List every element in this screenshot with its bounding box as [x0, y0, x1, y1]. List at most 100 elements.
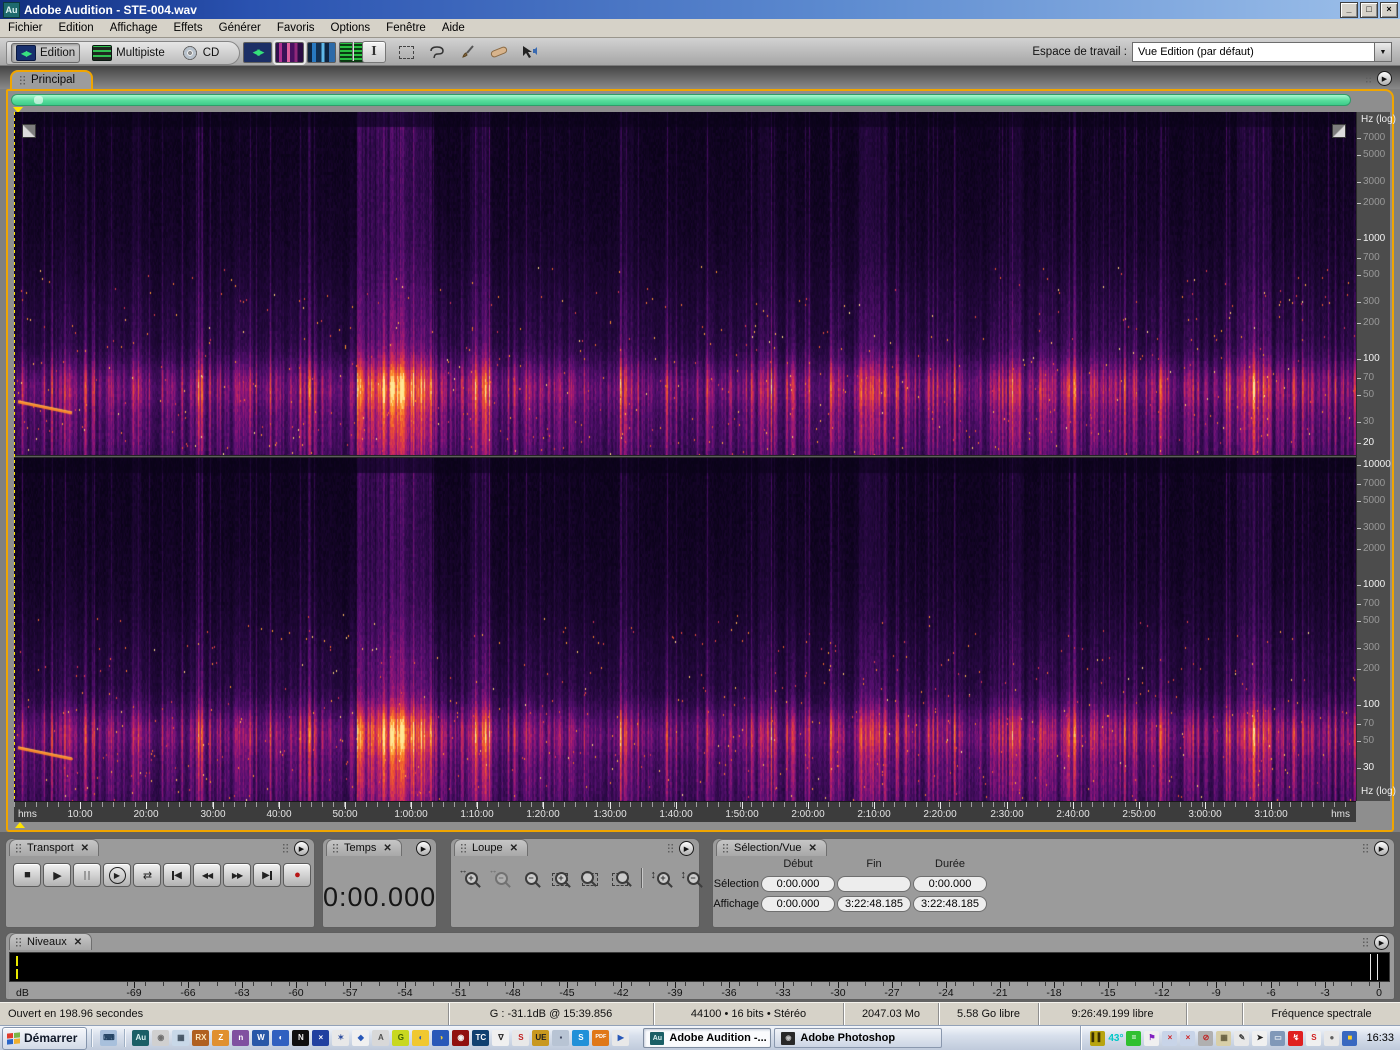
tray-monitor-icon[interactable]: ▭ — [1270, 1030, 1286, 1046]
quicklaunch-globe1-icon[interactable]: ◐ — [412, 1030, 430, 1046]
chevron-down-icon[interactable]: ▼ — [1374, 43, 1391, 61]
cd-mode-button[interactable]: CD — [177, 45, 224, 61]
quicklaunch-s-swirl-icon[interactable]: S — [572, 1030, 590, 1046]
zoom-navigation-bar[interactable] — [11, 94, 1351, 106]
quicklaunch-n-icon[interactable]: N — [292, 1030, 310, 1046]
panel-menu-icon[interactable]: ▶ — [1374, 841, 1389, 856]
pause-button[interactable] — [73, 863, 101, 887]
quicklaunch-keyboard-icon[interactable]: ⌨ — [100, 1030, 118, 1046]
zoom-to-selection-button[interactable]: + — [547, 865, 574, 890]
tray-disk-icon[interactable]: ▦ — [1216, 1030, 1232, 1046]
go-to-start-button[interactable]: ◀ — [163, 863, 191, 887]
quicklaunch-sbp-icon[interactable]: S — [512, 1030, 530, 1046]
time-panel-tab[interactable]: Temps ✕ — [326, 839, 402, 856]
spectral-display[interactable] — [14, 112, 1356, 801]
quicklaunch-eye-icon[interactable]: ◉ — [452, 1030, 470, 1046]
panel-menu-icon[interactable]: ▶ — [1374, 935, 1389, 950]
tray-cursor-icon[interactable]: ➤ — [1252, 1030, 1268, 1046]
panel-menu-icon[interactable]: ▶ — [294, 841, 309, 856]
zoom-panel-tab[interactable]: Loupe ✕ — [454, 839, 528, 856]
zoom-in-vertical-button[interactable]: + ↕ — [649, 865, 676, 890]
rewind-button[interactable]: ◀◀ — [193, 863, 221, 887]
panel-menu-icon[interactable]: ▶ — [679, 841, 694, 856]
display-range-handle-right[interactable] — [1332, 124, 1346, 138]
quicklaunch-tc-icon[interactable]: TC — [472, 1030, 490, 1046]
tray-blocked-icon[interactable]: ⊘ — [1198, 1030, 1214, 1046]
close-icon[interactable]: ✕ — [383, 843, 391, 854]
effects-paintbrush-tool-icon[interactable] — [457, 42, 479, 62]
close-button[interactable]: × — [1380, 2, 1398, 18]
level-meter[interactable] — [9, 952, 1390, 982]
loop-play-button[interactable]: ⇄ — [133, 863, 161, 887]
lasso-selection-tool-icon[interactable] — [426, 42, 448, 62]
menu-item-favoris[interactable]: Favoris — [269, 22, 323, 34]
zoom-out-full-button[interactable]: − — [517, 865, 544, 890]
quicklaunch-rx-icon[interactable]: RX — [192, 1030, 210, 1046]
taskbar-window-photoshop[interactable]: ◉ Adobe Photoshop — [774, 1028, 943, 1048]
selection-field-affichage-1[interactable]: 3:22:48.185 — [837, 896, 911, 912]
taskbar-window-audition[interactable]: Au Adobe Audition -... — [643, 1028, 772, 1048]
quicklaunch-word-icon[interactable]: W — [252, 1030, 270, 1046]
quicklaunch-onenote-icon[interactable]: n — [232, 1030, 250, 1046]
start-button[interactable]: Démarrer — [2, 1026, 88, 1050]
transport-panel-tab[interactable]: Transport ✕ — [9, 839, 100, 856]
stop-button[interactable]: ■ — [13, 863, 41, 887]
tray-battery-icon[interactable]: = — [1126, 1030, 1142, 1046]
quicklaunch-compass-icon[interactable]: ∇ — [492, 1030, 510, 1046]
quicklaunch-widget-icon[interactable]: ▪ — [552, 1030, 570, 1046]
selection-field-affichage-0[interactable]: 0:00.000 — [761, 896, 835, 912]
tab-principal[interactable]: Principal — [10, 70, 94, 89]
panel-menu-icon[interactable]: ▶ — [1377, 71, 1392, 86]
menu-item-effets[interactable]: Effets — [165, 22, 210, 34]
quicklaunch-a-icon[interactable]: A — [372, 1030, 390, 1046]
restore-button[interactable]: □ — [1360, 2, 1378, 18]
menu-item-aide[interactable]: Aide — [434, 22, 473, 34]
spectral-pan-view-icon[interactable] — [307, 42, 336, 63]
close-icon[interactable]: ✕ — [74, 937, 82, 948]
spot-healing-brush-tool-icon[interactable] — [488, 42, 510, 62]
tray-mouse-icon[interactable]: ● — [1324, 1030, 1340, 1046]
tray-folder-icon[interactable]: ■ — [1342, 1030, 1358, 1046]
spectral-view-icon[interactable] — [273, 40, 306, 65]
quicklaunch-folder-z-icon[interactable]: Z — [212, 1030, 230, 1046]
quicklaunch-globe2-icon[interactable]: ◑ — [432, 1030, 450, 1046]
spectrogram-right-channel[interactable] — [14, 458, 1356, 801]
playhead-cursor[interactable] — [14, 112, 15, 801]
close-icon[interactable]: ✕ — [510, 843, 518, 854]
tray-lightning-icon[interactable]: ↯ — [1288, 1030, 1304, 1046]
quicklaunch-pdf-icon[interactable]: PDF — [592, 1030, 610, 1046]
selection-field-sélection-1[interactable] — [837, 876, 911, 892]
selection-field-affichage-2[interactable]: 3:22:48.185 — [913, 896, 987, 912]
quicklaunch-audition-icon[interactable]: Au — [132, 1030, 150, 1046]
panel-menu-icon[interactable]: ▶ — [416, 841, 431, 856]
record-button[interactable]: ● — [283, 863, 311, 887]
quicklaunch-planet-icon[interactable]: ◐ — [272, 1030, 290, 1046]
fast-forward-button[interactable]: ▶▶ — [223, 863, 251, 887]
waveform-view-icon[interactable]: ◀▶ — [243, 42, 272, 63]
menu-item-fenêtre[interactable]: Fenêtre — [378, 22, 434, 34]
marquee-selection-tool-icon[interactable] — [395, 42, 417, 62]
edition-mode-button[interactable]: ◀▶ Edition — [11, 43, 81, 63]
menu-item-affichage[interactable]: Affichage — [102, 22, 166, 34]
zoom-out-horizontal-button[interactable]: − ↔ — [487, 865, 514, 890]
display-range-handle-left[interactable] — [22, 124, 36, 138]
play-from-cursor-button[interactable]: ▶ — [103, 863, 131, 887]
play-button[interactable]: ▶ — [43, 863, 71, 887]
quicklaunch-ue-icon[interactable]: UE — [532, 1030, 550, 1046]
playhead-bottom-marker[interactable] — [15, 822, 25, 828]
tray-flag-icon[interactable]: ⚑ — [1144, 1030, 1160, 1046]
tray-stylus-icon[interactable]: ✎ — [1234, 1030, 1250, 1046]
tray-s-red-icon[interactable]: S — [1306, 1030, 1322, 1046]
menu-item-fichier[interactable]: Fichier — [0, 22, 51, 34]
selection-field-sélection-2[interactable]: 0:00.000 — [913, 876, 987, 892]
close-icon[interactable]: ✕ — [808, 843, 816, 854]
zoom-out-vertical-button[interactable]: − ↕ — [679, 865, 706, 890]
close-icon[interactable]: ✕ — [81, 843, 89, 854]
time-selection-tool-icon[interactable]: I — [362, 41, 386, 63]
zoom-in-horizontal-button[interactable]: + ↔ — [457, 865, 484, 890]
workspace-dropdown[interactable]: Vue Edition (par défaut) ▼ — [1132, 42, 1392, 62]
quicklaunch-sphere-icon[interactable]: ◉ — [152, 1030, 170, 1046]
frequency-axis[interactable]: 7000 5000 3000 2000 1000 700 500 300 200 100 70 50 3… — [1356, 112, 1396, 801]
zoom-selection-left-button[interactable] — [577, 865, 604, 890]
quicklaunch-green-icon[interactable]: G — [392, 1030, 410, 1046]
